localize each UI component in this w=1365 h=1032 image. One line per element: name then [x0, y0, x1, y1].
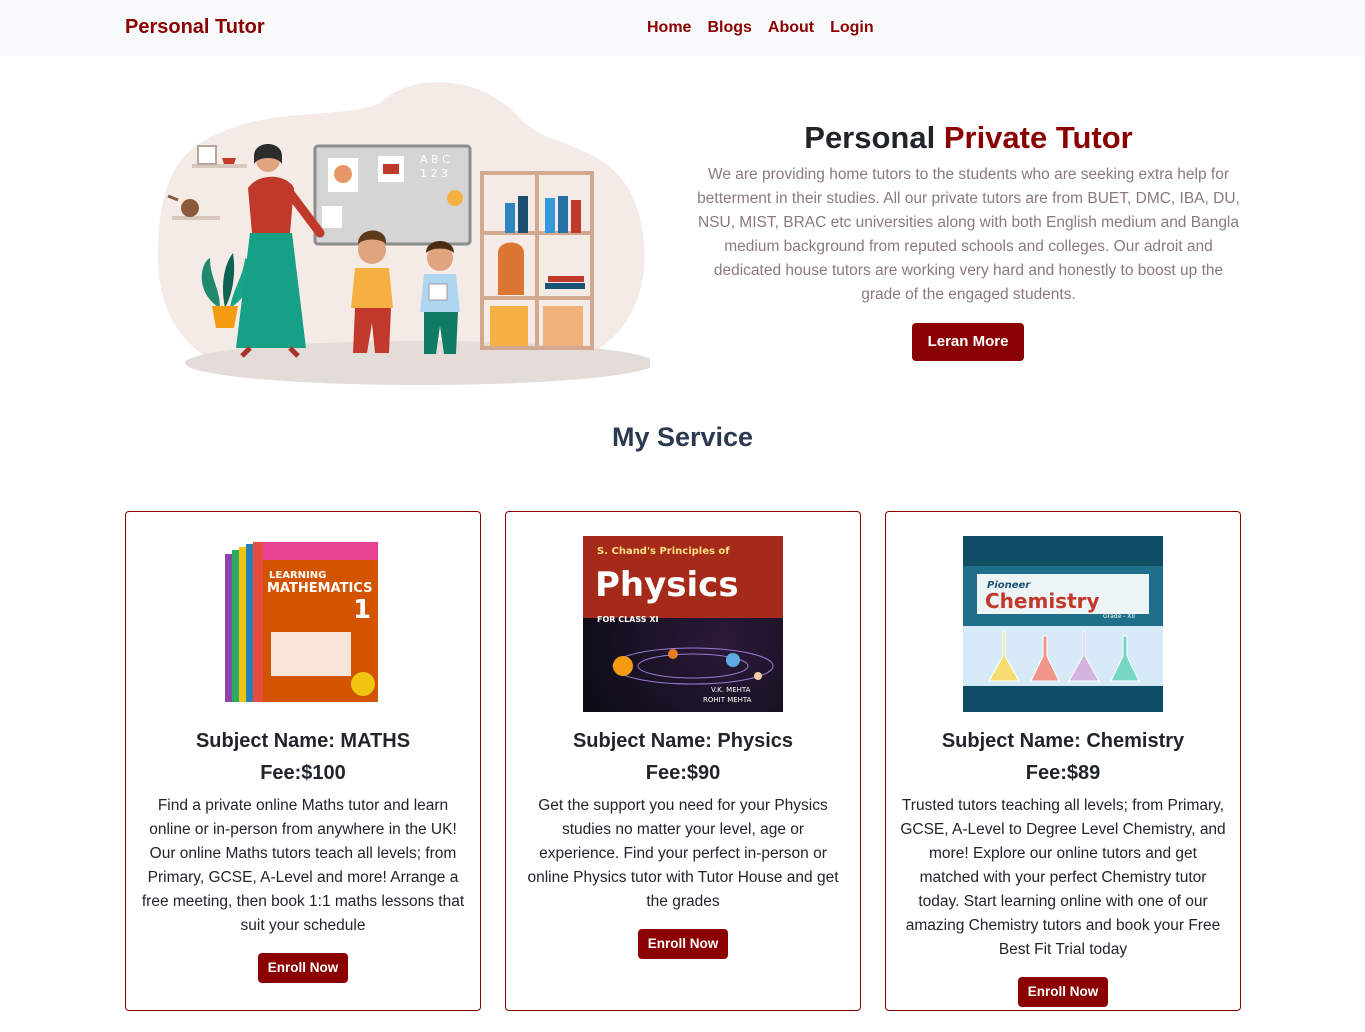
learn-more-button[interactable]: Leran More — [912, 323, 1024, 361]
physics-book-title-1: S. Chand's Principles of — [597, 546, 730, 557]
card-fee: Fee:$89 — [1025, 762, 1101, 784]
board-text-numbers: 1 2 3 — [420, 167, 448, 180]
physics-book-subtitle: FOR CLASS XI — [597, 615, 658, 624]
services-title: My Service — [611, 422, 754, 452]
nav-about-link[interactable]: About — [768, 19, 814, 37]
hero-title-part1: Personal — [804, 120, 944, 155]
service-card-chemistry: Pioneer Chemistry Grade - XII Subject Na… — [885, 511, 1241, 1011]
navbar: Personal Tutor Home Blogs About Login — [0, 0, 1365, 56]
card-fee: Fee:$100 — [260, 762, 346, 784]
maths-book-title-2: MATHEMATICS — [267, 581, 372, 596]
physics-book-image: S. Chand's Principles of Physics FOR CLA… — [583, 536, 783, 712]
maths-book-number: 1 — [353, 595, 371, 625]
nav-blogs-link[interactable]: Blogs — [707, 19, 751, 37]
nav-home-link[interactable]: Home — [647, 19, 691, 37]
physics-book-author-1: V.K. MEHTA — [711, 686, 751, 694]
card-subject: Subject Name: Physics — [572, 730, 794, 752]
card-description: Get the support you need for your Physic… — [527, 797, 839, 910]
card-fee: Fee:$90 — [645, 762, 721, 784]
physics-book-author-2: ROHIT MEHTA — [703, 696, 752, 704]
card-description: Trusted tutors teaching all levels; from… — [900, 797, 1226, 958]
brand-link[interactable]: Personal Tutor — [125, 16, 265, 39]
maths-book-title-1: LEARNING — [269, 570, 326, 581]
hero-title-accent: Private Tutor — [943, 120, 1133, 155]
enroll-now-button[interactable]: Enroll Now — [1018, 977, 1108, 1007]
chemistry-book-title-2: Chemistry — [985, 589, 1100, 613]
card-description: Find a private online Maths tutor and le… — [141, 797, 465, 934]
nav-login-link[interactable]: Login — [830, 19, 874, 37]
maths-book-image: LEARNING MATHEMATICS 1 — [203, 536, 403, 712]
card-subject: Subject Name: Chemistry — [941, 730, 1185, 752]
card-subject: Subject Name: MATHS — [195, 730, 411, 752]
enroll-now-button[interactable]: Enroll Now — [638, 929, 728, 959]
nav-links: Home Blogs About Login — [647, 19, 890, 37]
chemistry-book-grade: Grade - XII — [1103, 613, 1135, 620]
board-text-letters: A B C — [420, 153, 450, 166]
hero-illustration: A B C 1 2 3 — [157, 82, 650, 385]
service-card-physics: S. Chand's Principles of Physics FOR CLA… — [505, 511, 861, 1011]
service-card-maths: LEARNING MATHEMATICS 1 Subject Name: MAT… — [125, 511, 481, 1011]
hero-description: We are providing home tutors to the stud… — [697, 166, 1240, 303]
hero-title: Personal Private Tutor — [698, 120, 1239, 156]
physics-book-title-2: Physics — [595, 565, 739, 605]
chemistry-book-image: Pioneer Chemistry Grade - XII — [963, 536, 1163, 712]
enroll-now-button[interactable]: Enroll Now — [258, 953, 348, 983]
